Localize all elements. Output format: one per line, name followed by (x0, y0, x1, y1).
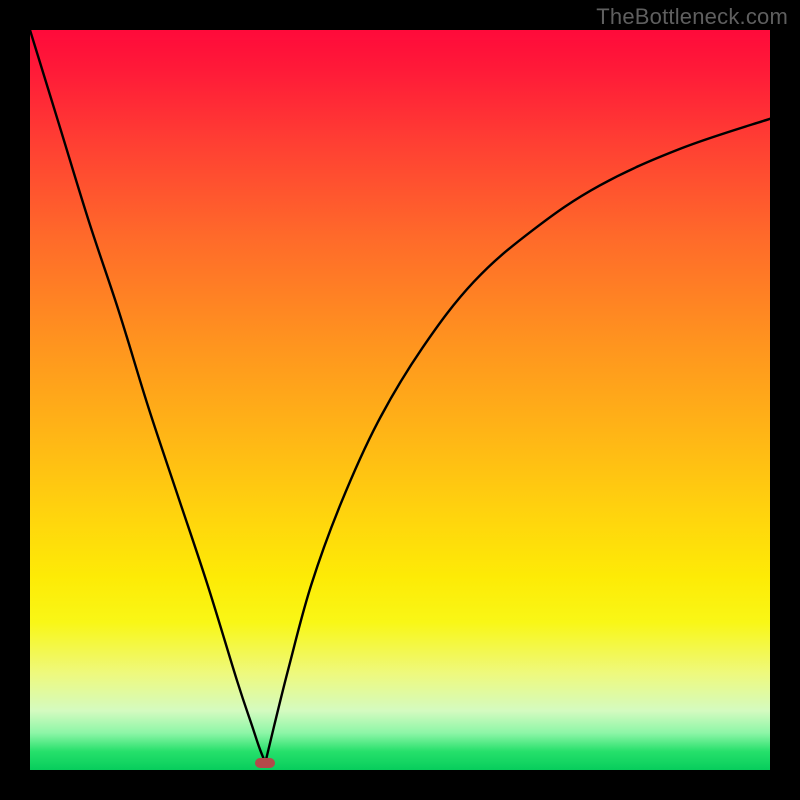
bottleneck-curve (30, 30, 770, 766)
min-marker (255, 758, 275, 768)
plot-area (30, 30, 770, 770)
curve-layer (30, 30, 770, 770)
watermark-text: TheBottleneck.com (596, 4, 788, 30)
